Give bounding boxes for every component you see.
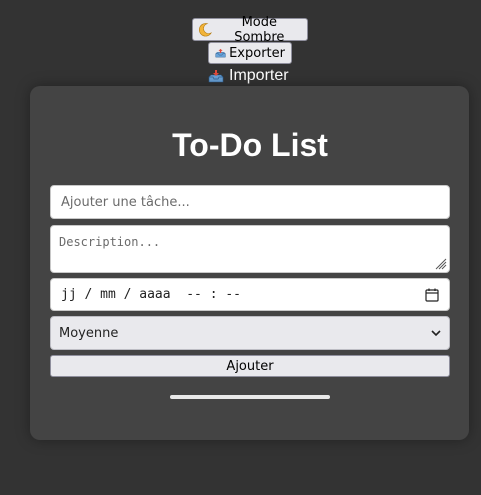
task-list-divider: [170, 395, 330, 399]
dark-mode-label: Mode Sombre: [234, 14, 285, 45]
resize-grip-icon[interactable]: [435, 258, 447, 270]
moon-icon: [199, 22, 212, 36]
export-label: Exporter: [229, 45, 285, 61]
import-control[interactable]: Importer: [208, 66, 289, 86]
datetime-value: jj / mm / aaaa -- : --: [61, 287, 242, 302]
datetime-input[interactable]: jj / mm / aaaa -- : --: [50, 278, 450, 311]
priority-select[interactable]: Moyenne: [50, 316, 450, 350]
inbox-tray-icon: [208, 70, 224, 83]
export-button[interactable]: Exporter: [208, 42, 292, 64]
calendar-icon[interactable]: [425, 288, 439, 302]
description-input[interactable]: [51, 226, 449, 272]
outbox-tray-icon: [215, 48, 226, 58]
priority-selected: Moyenne: [59, 325, 119, 341]
dark-mode-button[interactable]: Mode Sombre: [192, 15, 308, 45]
task-input[interactable]: [59, 193, 441, 211]
page-title: To-Do List: [172, 127, 328, 163]
import-label: Importer: [229, 67, 289, 84]
chevron-down-icon: [431, 330, 441, 337]
top-actions: Mode Sombre Exporter Importer: [0, 0, 481, 86]
task-input-container: [50, 185, 450, 219]
add-task-button[interactable]: Ajouter: [50, 355, 450, 377]
description-container: [50, 225, 450, 273]
